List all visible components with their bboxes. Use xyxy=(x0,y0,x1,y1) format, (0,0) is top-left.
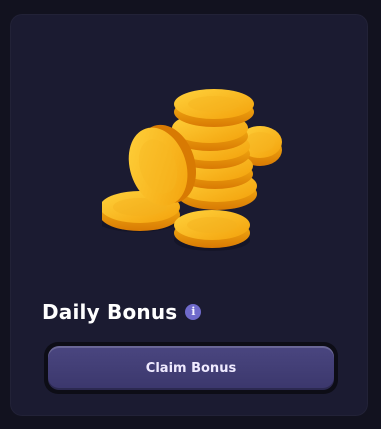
claim-button-frame: Claim Bonus xyxy=(44,342,338,394)
claim-bonus-button[interactable]: Claim Bonus xyxy=(48,346,334,390)
info-icon[interactable]: i xyxy=(185,304,202,320)
coin-stack-icon xyxy=(102,89,282,251)
daily-bonus-card: Daily Bonus i Claim Bonus xyxy=(10,14,368,416)
card-title: Daily Bonus xyxy=(42,300,178,324)
title-row: Daily Bonus i xyxy=(42,300,202,324)
